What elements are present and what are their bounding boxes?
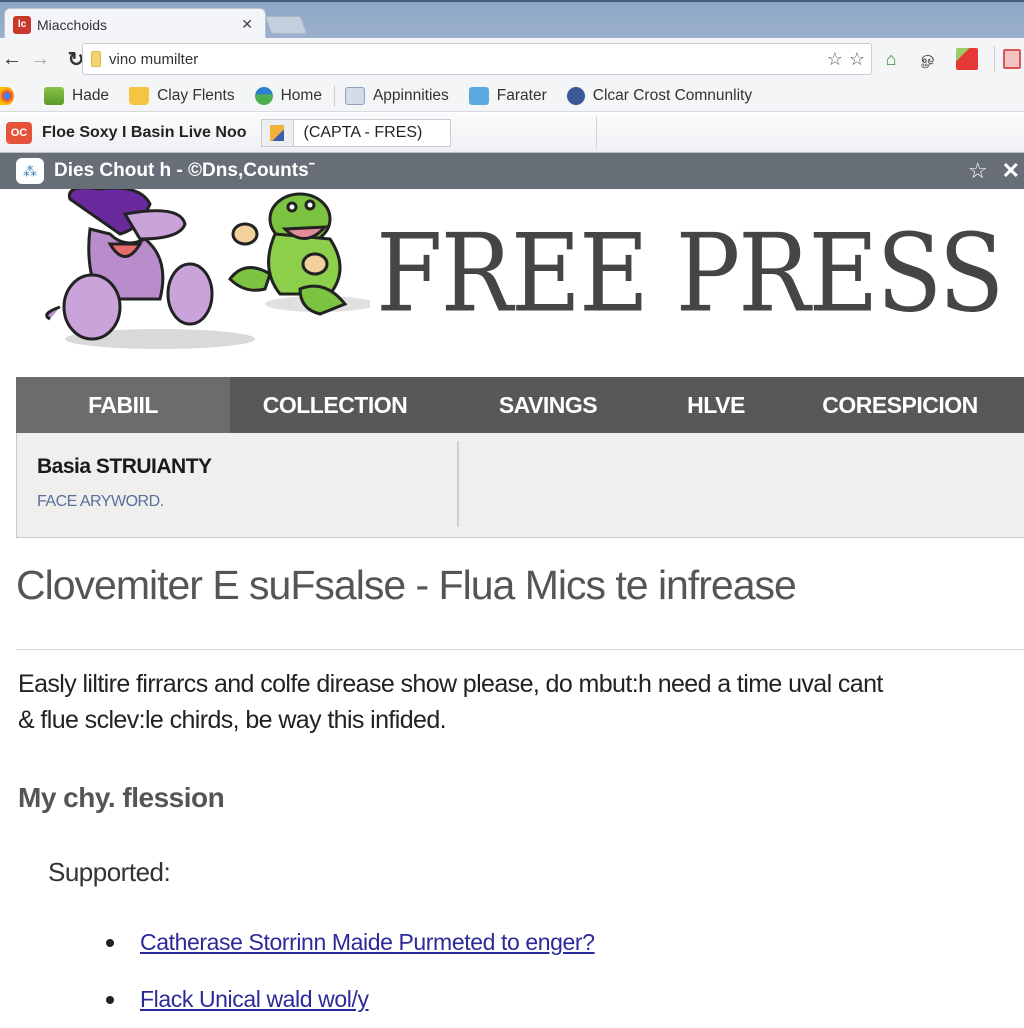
- supported-label: Supported:: [48, 857, 171, 887]
- bookmark-item[interactable]: Clcar Crost Comnunlity: [566, 86, 753, 105]
- star-icon[interactable]: ☆: [968, 158, 988, 184]
- subtab-label: Floe Soxy I Basin Live Noo: [42, 123, 247, 141]
- nav-item-hlve[interactable]: HLVE: [656, 377, 776, 433]
- bookmark-apps[interactable]: [0, 86, 24, 105]
- list-item: Catherase Storrinn Maide Purmeted to eng…: [106, 914, 595, 971]
- green-folder-icon: [44, 86, 64, 105]
- toolbar-divider: [994, 46, 995, 72]
- bookmark-label: Appinnities: [372, 86, 449, 104]
- subtab-image-icon: [261, 119, 294, 146]
- calendar-icon: [468, 86, 489, 105]
- secondary-tab-row: OC Floe Soxy I Basin Live Noo (CAPTA - F…: [0, 113, 1024, 153]
- new-tab-button[interactable]: [264, 16, 308, 34]
- page-title: Dies Chout h - ©Dns,Countsˉ: [54, 160, 315, 181]
- supported-links-list: Catherase Storrinn Maide Purmeted to eng…: [106, 914, 595, 1028]
- bookmark-star-icon[interactable]: ☆: [827, 49, 843, 70]
- flag-icon: [344, 86, 365, 105]
- dropdown-divider: [457, 441, 459, 527]
- article-body-line: & flue sclev:le chirds, be way this infi…: [18, 706, 447, 734]
- bookmark-label: Home: [280, 86, 322, 104]
- supported-link[interactable]: Flack Unical wald wol/y: [140, 986, 369, 1013]
- green-mascot: [228, 192, 348, 316]
- nav-item-savings[interactable]: SAVINGS: [440, 377, 656, 433]
- address-input[interactable]: [109, 50, 827, 68]
- close-icon[interactable]: ✕: [1002, 158, 1020, 184]
- bookmark-item[interactable]: Hade: [44, 86, 110, 105]
- article-divider: [16, 649, 1024, 650]
- forward-arrow-icon[interactable]: →: [28, 48, 52, 71]
- tab-close-icon[interactable]: ✕: [241, 16, 253, 33]
- browser-tab-active[interactable]: lc Miacchoids ✕: [4, 8, 266, 40]
- article-body: Easly liltire firrarcs and colfe direase…: [18, 666, 1024, 738]
- section-title: My chy. flession: [18, 782, 225, 813]
- purple-mascot: [45, 189, 214, 341]
- list-item: Flack Unical wald wol/y: [106, 971, 595, 1028]
- subtab-item[interactable]: OC Floe Soxy I Basin Live Noo: [6, 121, 247, 144]
- bookmark-item[interactable]: Appinnities: [344, 86, 449, 105]
- bookmarks-bar: Hade Clay Flents Home Appinnities Farate…: [0, 80, 1024, 112]
- home-icon[interactable]: ⌂: [880, 48, 902, 70]
- bookmark-label: Clcar Crost Comnunlity: [592, 86, 753, 104]
- supported-link[interactable]: Catherase Storrinn Maide Purmeted to eng…: [140, 929, 595, 956]
- bookmark-divider: [333, 84, 335, 107]
- nav-item-collection[interactable]: COLLECTION: [230, 377, 440, 433]
- page-icon: [91, 51, 101, 67]
- subtab-item[interactable]: (CAPTA - FRES): [260, 118, 452, 147]
- apps-icon: [0, 86, 14, 105]
- bookmark-item[interactable]: Clay Flents: [129, 86, 235, 105]
- browser-tab-strip: lc Miacchoids ✕: [0, 0, 1024, 40]
- browser-toolbar: ← → ↻ ☆ ☆ ⌂ ௐ: [0, 38, 1024, 80]
- bookmark-item[interactable]: Farater: [468, 86, 547, 105]
- dropdown-link[interactable]: FACE ARYWORD.: [37, 493, 212, 511]
- dropdown-heading: Basia STRUIANTY: [37, 455, 212, 478]
- subtab-label: (CAPTA - FRES): [303, 123, 423, 141]
- article-body-line: Easly liltire firrarcs and colfe direase…: [18, 670, 883, 698]
- extension-icons: ⌂ ௐ: [880, 46, 1021, 72]
- article-title: Clovemiter E suFsalse - Flua Mics te inf…: [16, 562, 797, 608]
- page-title-bar: ⁂ Dies Chout h - ©Dns,Countsˉ ☆ ✕: [0, 153, 1024, 189]
- nav-item-fabiil[interactable]: FABIIL: [16, 377, 230, 433]
- pink-extension-icon[interactable]: [1003, 49, 1021, 69]
- site-nav: FABIIL COLLECTION SAVINGS HLVE CORESPICI…: [16, 377, 1024, 433]
- shopping-bag-icon: [129, 86, 150, 105]
- address-bar[interactable]: ☆ ☆: [82, 43, 872, 75]
- page-favicon-icon: ⁂: [16, 158, 44, 184]
- bullet-icon: [106, 995, 114, 1004]
- bookmark-label: Hade: [72, 86, 110, 104]
- bookmark-star-icon-2[interactable]: ☆: [849, 49, 865, 70]
- tab-favicon-icon: lc: [13, 15, 31, 34]
- bookmark-label: Clay Flents: [157, 86, 235, 104]
- tab-title: Miacchoids: [37, 16, 108, 33]
- subtab-divider: [596, 117, 597, 149]
- face-extension-icon[interactable]: ௐ: [918, 48, 940, 70]
- nav-dropdown-panel: Basia STRUIANTY FACE ARYWORD.: [16, 433, 1024, 538]
- bookmark-item[interactable]: Home: [254, 86, 322, 105]
- back-arrow-icon[interactable]: ←: [0, 48, 24, 71]
- mascot-illustration: [45, 189, 370, 349]
- drop-icon: [254, 86, 273, 105]
- dropdown-column: Basia STRUIANTY FACE ARYWORD.: [37, 455, 212, 511]
- globe-icon: [566, 86, 585, 105]
- bookmark-label: Farater: [496, 86, 547, 104]
- heart-extension-icon[interactable]: [956, 48, 978, 70]
- nav-item-corespicion[interactable]: CORESPICION: [776, 377, 1024, 433]
- bullet-icon: [106, 938, 114, 947]
- subtab-app-icon: OC: [6, 121, 32, 144]
- site-logo[interactable]: FREE PRESS: [376, 211, 1004, 336]
- site-masthead: FREE PRESS: [0, 189, 1024, 369]
